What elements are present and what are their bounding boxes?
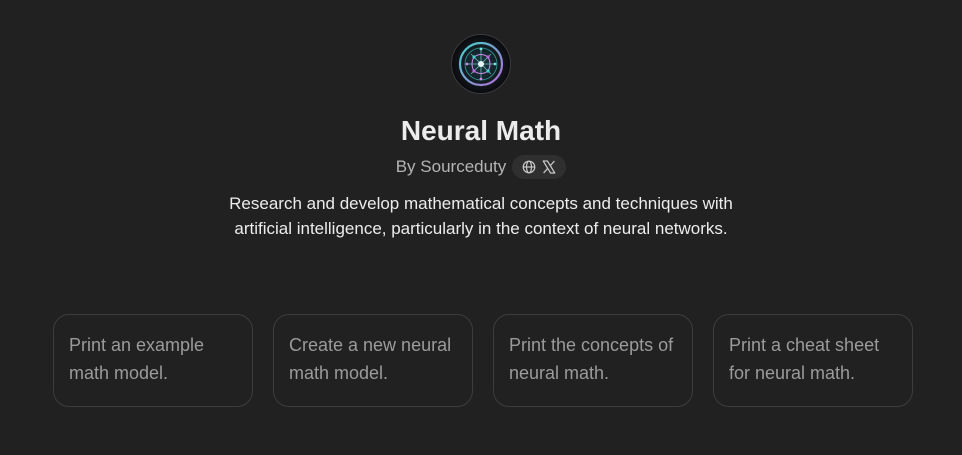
neural-brain-icon [453, 36, 509, 92]
gpt-avatar [451, 34, 511, 94]
author-byline-row: By Sourceduty [396, 155, 567, 179]
globe-icon[interactable] [522, 160, 536, 174]
starter-button[interactable]: Print a cheat sheet for neural math. [713, 314, 913, 407]
author-byline: By Sourceduty [395, 157, 507, 176]
starter-button[interactable]: Print an example math model. [53, 314, 253, 407]
starter-button[interactable]: Print the concepts of neural math. [493, 314, 693, 407]
gpt-header: Neural Math By Sourceduty Research and d… [0, 0, 962, 241]
gpt-description: Research and develop mathematical concep… [229, 194, 733, 238]
gpt-title: Neural Math [400, 115, 562, 146]
x-logo-icon[interactable] [542, 160, 556, 174]
conversation-starters: Print an example math model. Create a ne… [53, 314, 913, 407]
starter-button[interactable]: Create a new neural math model. [273, 314, 473, 407]
social-links-pill [512, 155, 567, 179]
